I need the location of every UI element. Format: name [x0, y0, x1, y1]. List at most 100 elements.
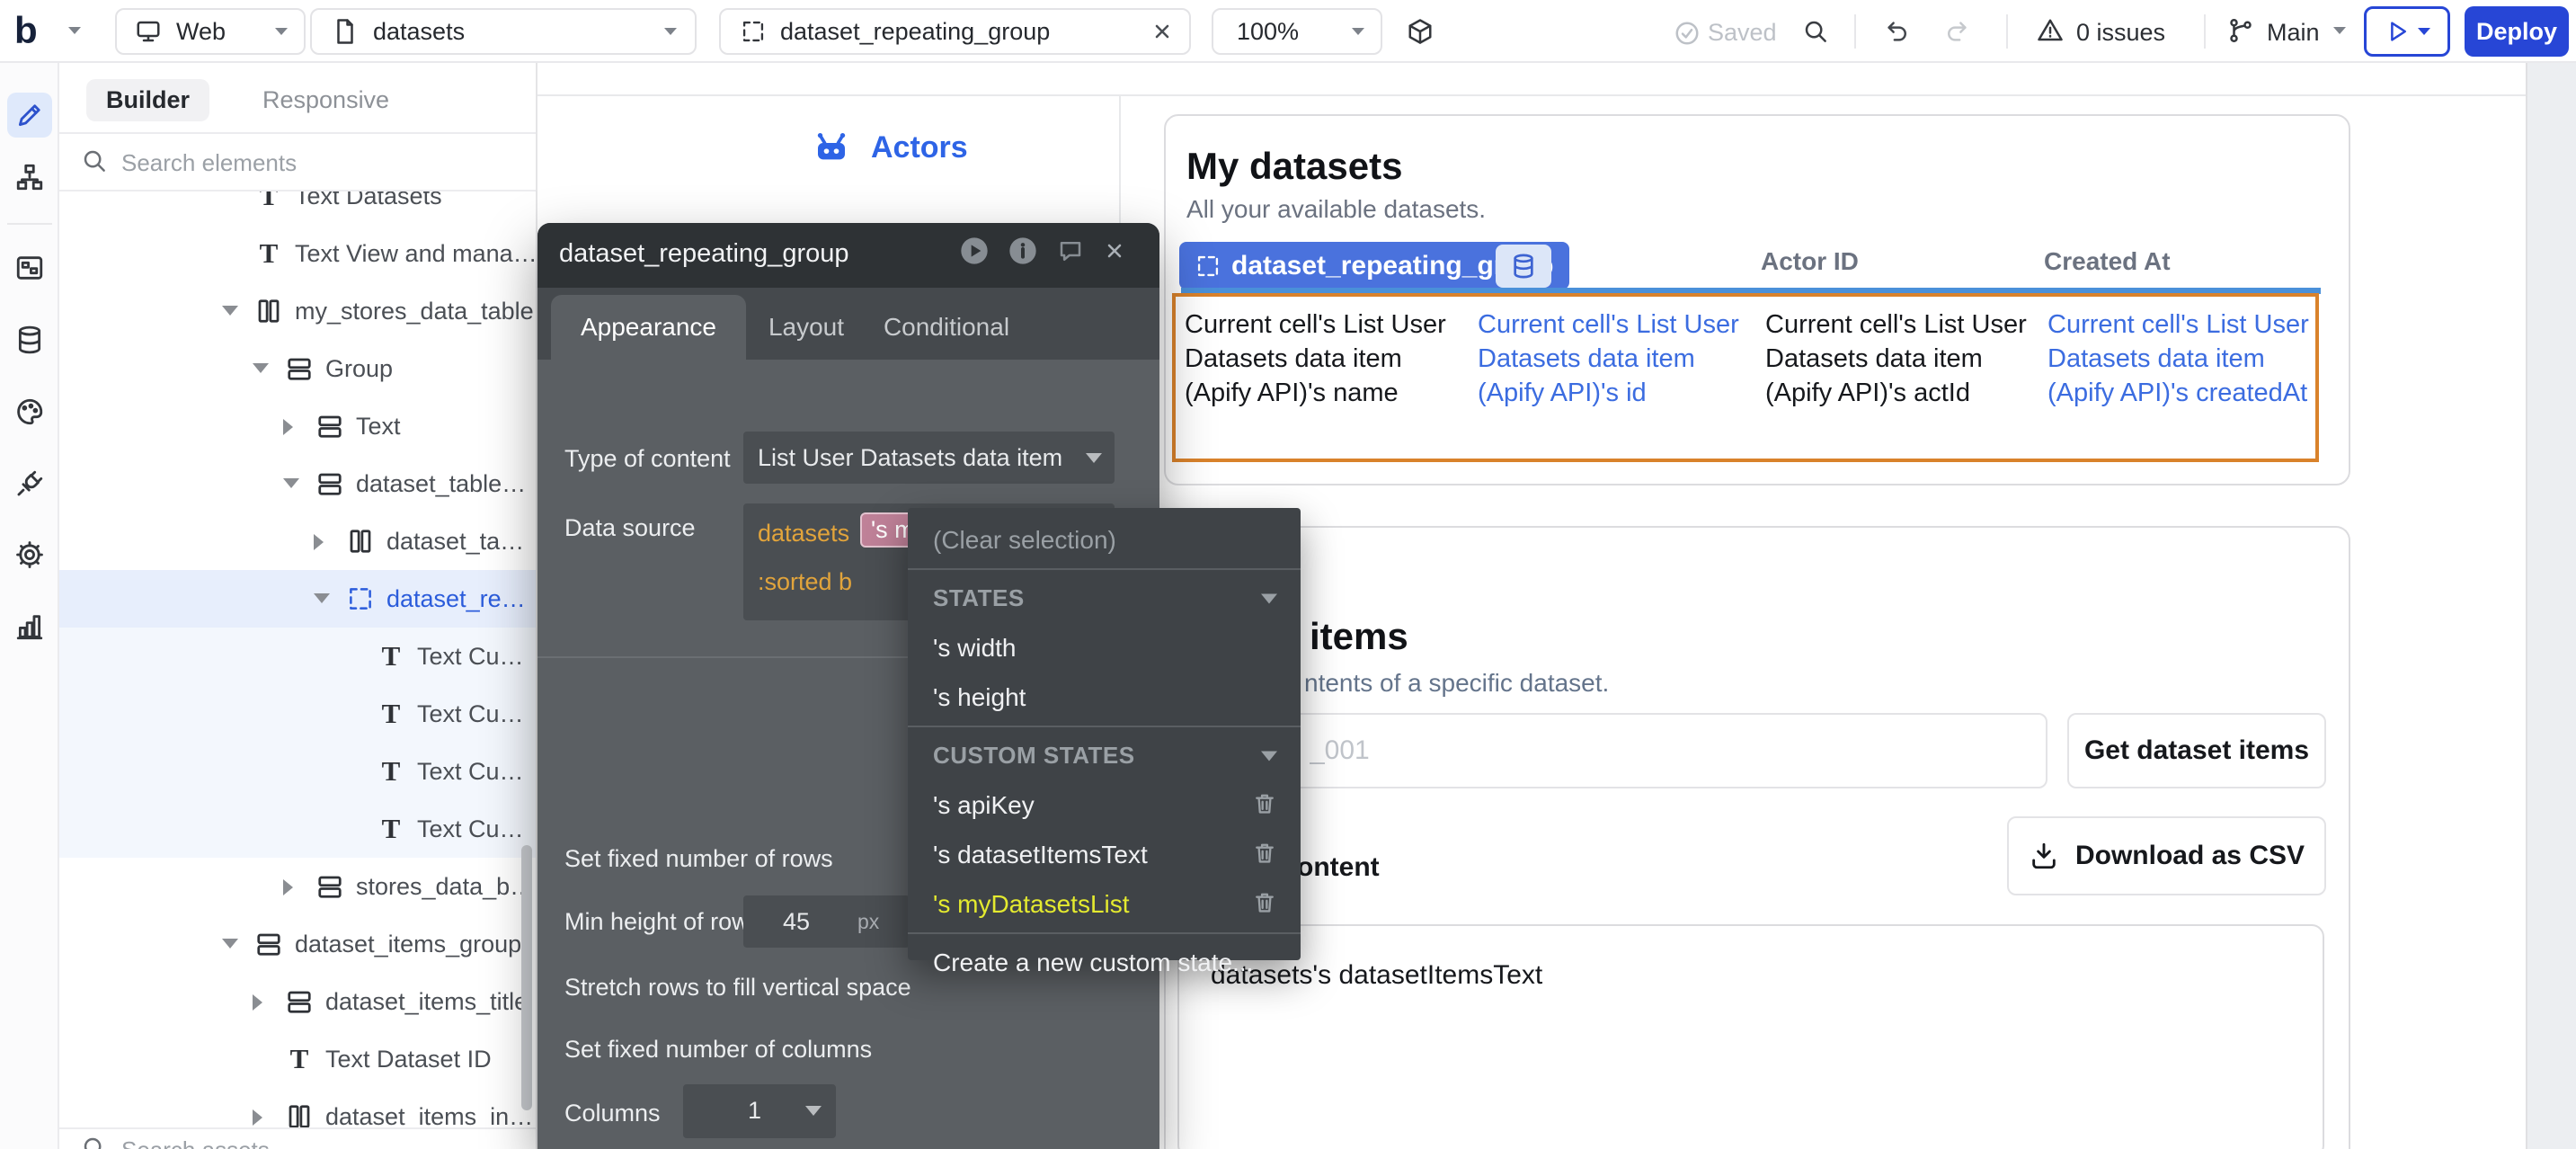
- tree-item-text-dataset-id[interactable]: TText Dataset ID: [59, 1030, 537, 1088]
- deploy-button[interactable]: Deploy: [2465, 6, 2569, 57]
- chevron-down-icon[interactable]: [1261, 593, 1277, 603]
- branch-chevron-icon[interactable]: [2333, 27, 2346, 34]
- tree-item-text-cu-[interactable]: TText Cu…: [59, 800, 537, 858]
- app-window: Actors My datasets All your available da…: [0, 0, 2576, 1149]
- menu-item--s-mydatasetslist[interactable]: 's myDatasetsList: [908, 879, 1301, 929]
- sidebar-item-actors[interactable]: Actors: [813, 129, 968, 165]
- tree-item-group[interactable]: Group: [59, 340, 537, 397]
- min-height-input[interactable]: 45: [743, 895, 910, 948]
- dataset-id-input[interactable]: [1213, 713, 2047, 788]
- redo-icon[interactable]: [1943, 18, 1970, 45]
- undo-icon[interactable]: [1884, 18, 1911, 45]
- trash-icon[interactable]: [1252, 889, 1277, 919]
- rail-item-sitemap[interactable]: [7, 155, 52, 200]
- data-source-expression[interactable]: datasets: [758, 520, 849, 548]
- rail-item-gear[interactable]: [7, 532, 52, 577]
- collapse-arrow-icon[interactable]: [222, 939, 238, 949]
- tree-item-dataset_ta-[interactable]: dataset_ta…: [59, 512, 537, 570]
- expand-arrow-icon[interactable]: [283, 419, 293, 435]
- tree-scrollbar[interactable]: [521, 845, 532, 1110]
- tree-item-dataset_re-[interactable]: dataset_re…: [59, 570, 537, 628]
- search-assets-bar[interactable]: Search assets: [59, 1127, 537, 1149]
- logo-menu-chevron-icon[interactable]: [68, 27, 81, 34]
- search-elements-bar[interactable]: Search elements: [59, 136, 537, 192]
- tree-item-text-cu-[interactable]: TText Cu…: [59, 743, 537, 800]
- tree-item-my_stores_data_table[interactable]: my_stores_data_table: [59, 282, 537, 340]
- collapse-arrow-icon[interactable]: [222, 306, 238, 316]
- info-icon[interactable]: [1008, 236, 1037, 265]
- menu-section-custom-states[interactable]: CUSTOM STATES: [908, 731, 1301, 780]
- rail-item-pencil[interactable]: [7, 93, 52, 138]
- rail-item-palette[interactable]: [7, 389, 52, 434]
- type-of-content-select[interactable]: List User Datasets data item: [743, 432, 1115, 484]
- tree-item-text-view-and-mana-[interactable]: TText View and mana…: [59, 225, 537, 282]
- tree-item-dataset_items_in-[interactable]: dataset_items_in…: [59, 1088, 537, 1127]
- menu-item--s-apikey[interactable]: 's apiKey: [908, 780, 1301, 830]
- tab-appearance[interactable]: Appearance: [551, 295, 746, 360]
- preview-element-icon[interactable]: [960, 236, 989, 265]
- collapse-arrow-icon[interactable]: [253, 363, 269, 373]
- expand-arrow-icon[interactable]: [253, 994, 262, 1011]
- cell-dynamic-expression[interactable]: Current cell's List User Datasets data i…: [1185, 307, 1463, 410]
- dataset-content-box[interactable]: datasets's datasetItemsText: [1177, 924, 2324, 1149]
- cell-dynamic-expression-link[interactable]: Current cell's List User Datasets data i…: [1478, 307, 1747, 410]
- tree-item-text-datasets[interactable]: TText Datasets: [59, 192, 537, 225]
- expand-arrow-icon[interactable]: [253, 1109, 262, 1126]
- expand-arrow-icon[interactable]: [283, 879, 293, 895]
- close-tab-icon[interactable]: [1151, 21, 1173, 42]
- zoom-dropdown[interactable]: 100%: [1212, 8, 1382, 55]
- menu-section-states[interactable]: STATES: [908, 574, 1301, 623]
- menu-item-clear-selection[interactable]: (Clear selection): [908, 515, 1301, 565]
- app-logo[interactable]: b: [14, 9, 38, 52]
- trash-icon[interactable]: [1252, 840, 1277, 869]
- collapse-arrow-icon[interactable]: [283, 478, 299, 488]
- pencil-icon: [14, 100, 45, 130]
- tree-item-dataset_items_title[interactable]: dataset_items_title: [59, 973, 537, 1030]
- comment-icon[interactable]: [1057, 237, 1084, 264]
- property-editor-header[interactable]: dataset_repeating_group: [537, 223, 1159, 288]
- search-icon[interactable]: [1802, 18, 1829, 45]
- tree-item-text[interactable]: Text: [59, 397, 537, 455]
- menu-item--s-datasetitemstext[interactable]: 's datasetItemsText: [908, 830, 1301, 879]
- menu-item--s-height[interactable]: 's height: [908, 672, 1301, 722]
- tree-item-dataset_items_group[interactable]: dataset_items_group: [59, 915, 537, 973]
- collapse-arrow-icon[interactable]: [314, 593, 330, 603]
- tree-item-stores_data_b-[interactable]: stores_data_b…: [59, 858, 537, 915]
- tree-item-text-cu-[interactable]: TText Cu…: [59, 685, 537, 743]
- page-dropdown[interactable]: datasets: [310, 8, 697, 55]
- cell-dynamic-expression[interactable]: Current cell's List User Datasets data i…: [1765, 307, 2035, 410]
- robot-icon: [813, 129, 849, 165]
- element-tab[interactable]: dataset_repeating_group: [719, 8, 1191, 55]
- tab-builder[interactable]: Builder: [86, 79, 209, 121]
- rail-item-chart[interactable]: [7, 604, 52, 649]
- cell-dynamic-expression-link[interactable]: Current cell's List User Datasets data i…: [2047, 307, 2323, 410]
- preview-button[interactable]: [2364, 6, 2450, 57]
- play-icon: [2384, 18, 2411, 45]
- tab-conditional[interactable]: Conditional: [843, 313, 1050, 342]
- trash-icon[interactable]: [1252, 790, 1277, 820]
- tab-responsive[interactable]: Responsive: [262, 86, 389, 114]
- rail-item-plug[interactable]: [7, 461, 52, 506]
- datasource-chip[interactable]: [1496, 245, 1551, 288]
- platform-dropdown[interactable]: Web: [115, 8, 306, 55]
- rail-item-database[interactable]: [7, 317, 52, 362]
- columns-select[interactable]: 1: [683, 1084, 836, 1138]
- chevron-down-icon[interactable]: [1261, 751, 1277, 761]
- rail-item-widgets[interactable]: [7, 245, 52, 290]
- branch-name[interactable]: Main: [2267, 19, 2320, 47]
- repeating-group-cell-outline[interactable]: Current cell's List User Datasets data i…: [1172, 293, 2319, 462]
- get-dataset-items-button[interactable]: Get dataset items: [2067, 713, 2326, 788]
- tree-item-text-cu-[interactable]: TText Cu…: [59, 628, 537, 685]
- issues-count[interactable]: 0 issues: [2076, 19, 2165, 47]
- dataset-items-heading: items: [1310, 615, 1408, 658]
- data-source-sort-expression[interactable]: :sorted b: [758, 568, 852, 596]
- components-icon[interactable]: [1407, 18, 1434, 45]
- tree-item-dataset_table-[interactable]: dataset_table…: [59, 455, 537, 512]
- tree-item-label: dataset_ta…: [386, 528, 524, 556]
- download-csv-button[interactable]: Download as CSV: [2007, 816, 2326, 895]
- menu-item-create-custom-state[interactable]: Create a new custom state...: [908, 938, 1301, 987]
- expand-arrow-icon[interactable]: [314, 534, 324, 550]
- issues-warning-icon[interactable]: [2037, 17, 2064, 44]
- menu-item--s-width[interactable]: 's width: [908, 623, 1301, 672]
- close-panel-icon[interactable]: [1104, 240, 1125, 262]
